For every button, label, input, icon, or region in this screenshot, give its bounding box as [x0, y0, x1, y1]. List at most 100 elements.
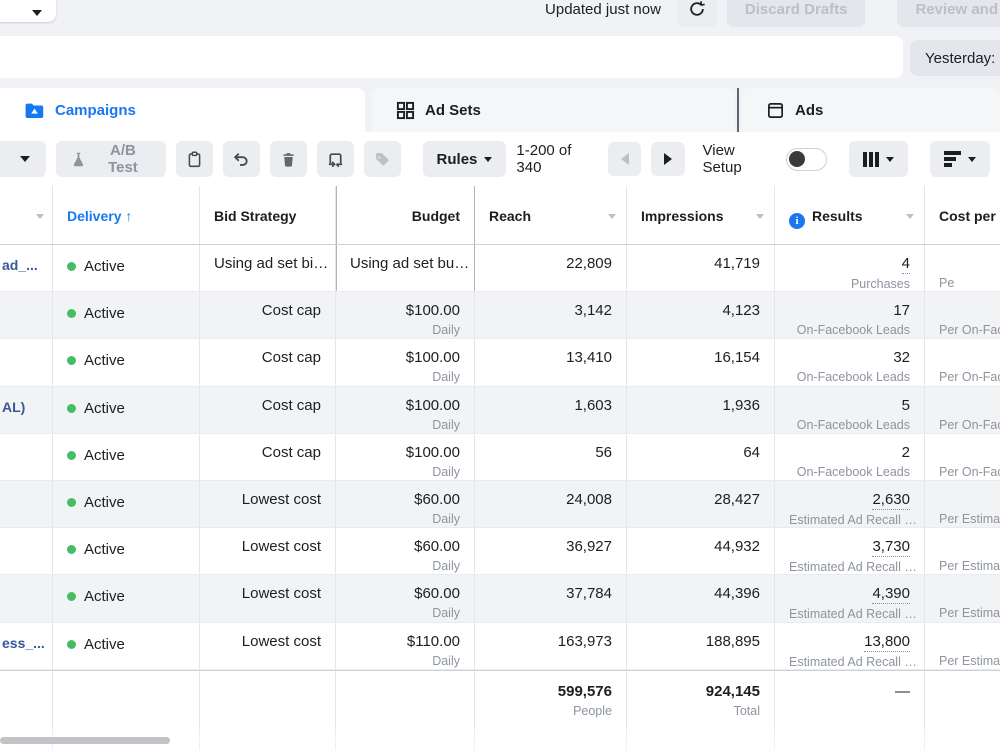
bid-strategy-cell: Cost cap	[200, 387, 336, 433]
reach-cell: 3,142	[475, 292, 627, 338]
reach-cell: 36,927	[475, 528, 627, 574]
reach-cell: 13,410	[475, 339, 627, 385]
column-header-budget[interactable]: Budget	[336, 186, 475, 244]
columns-dropdown-button[interactable]	[849, 141, 908, 177]
delivery-cell: Active	[53, 339, 200, 385]
date-range-button[interactable]: Yesterday: M	[910, 40, 1000, 76]
table-header-row: Delivery ↑ Bid Strategy Budget Reach Imp…	[0, 186, 1000, 245]
results-cell: 13,800 Estimated Ad Recall …	[775, 623, 925, 669]
results-cell: 4,390 Estimated Ad Recall …	[775, 575, 925, 621]
review-and-publish-button[interactable]: Review and	[897, 0, 1000, 27]
delete-button[interactable]	[270, 141, 307, 177]
active-status-dot-icon	[67, 592, 76, 601]
table-body: ad_... Active Using ad set bi… Using ad …	[0, 245, 1000, 670]
breakdown-dropdown-button[interactable]	[930, 141, 990, 177]
table-row[interactable]: AL) Active Cost cap $100.00 Daily 1,603 …	[0, 387, 1000, 434]
tab-campaigns-label: Campaigns	[55, 102, 136, 119]
delivery-cell: Active	[53, 245, 200, 291]
reach-cell: 163,973	[475, 623, 627, 669]
campaign-name-link[interactable]: ad_...	[2, 257, 38, 273]
campaign-name-link[interactable]: AL)	[2, 399, 25, 415]
bid-strategy-cell: Using ad set bi…	[200, 245, 336, 291]
tab-ads-label: Ads	[795, 102, 823, 119]
table-row[interactable]: Active Cost cap $100.00 Daily 3,142 4,12…	[0, 292, 1000, 339]
campaign-name-cell	[0, 528, 53, 574]
column-header-name[interactable]	[0, 186, 53, 244]
discard-drafts-button[interactable]: Discard Drafts	[727, 0, 866, 27]
table-row[interactable]: Active Lowest cost $60.00 Daily 36,927 4…	[0, 528, 1000, 575]
campaign-name-cell	[0, 481, 53, 527]
results-cell: 4 Purchases	[775, 245, 925, 291]
cost-per-result-cell: Pe	[925, 245, 1000, 291]
cost-per-result-cell: Per On-Fac	[925, 434, 1000, 480]
flask-icon	[70, 151, 87, 168]
pagination-text: 1-200 of 340	[516, 142, 598, 176]
results-cell: 2,630 Estimated Ad Recall …	[775, 481, 925, 527]
delivery-cell: Active	[53, 575, 200, 621]
column-header-cost-per-result[interactable]: Cost per R	[925, 186, 1000, 244]
column-header-bid-strategy[interactable]: Bid Strategy	[200, 186, 336, 244]
refresh-button[interactable]	[677, 0, 717, 27]
bid-strategy-cell: Lowest cost	[200, 481, 336, 527]
tag-button[interactable]	[364, 141, 401, 177]
tab-campaigns[interactable]: Campaigns	[0, 88, 365, 132]
column-header-reach[interactable]: Reach	[475, 186, 627, 244]
edit-dropdown-button[interactable]	[0, 141, 46, 177]
active-status-dot-icon	[67, 451, 76, 460]
tab-ad-sets[interactable]: Ad Sets	[372, 88, 735, 132]
ab-test-button[interactable]: A/B Test	[56, 141, 165, 177]
results-cell: 17 On-Facebook Leads	[775, 292, 925, 338]
table-row[interactable]: Active Cost cap $100.00 Daily 56 64 2 On…	[0, 434, 1000, 481]
table-row[interactable]: ess_... Active Lowest cost $110.00 Daily…	[0, 623, 1000, 670]
column-header-results[interactable]: iResults	[775, 186, 925, 244]
campaign-name-cell	[0, 292, 53, 338]
rules-dropdown-button[interactable]: Rules	[423, 141, 507, 177]
active-status-dot-icon	[67, 262, 76, 271]
bid-strategy-cell: Cost cap	[200, 339, 336, 385]
delivery-status-text: Active	[84, 447, 125, 464]
view-setup-toggle[interactable]	[786, 148, 827, 171]
table-row[interactable]: ad_... Active Using ad set bi… Using ad …	[0, 245, 1000, 292]
impressions-cell: 44,396	[627, 575, 775, 621]
table-row[interactable]: Active Lowest cost $60.00 Daily 24,008 2…	[0, 481, 1000, 528]
next-page-button[interactable]	[651, 142, 684, 176]
results-cell: 32 On-Facebook Leads	[775, 339, 925, 385]
table-row[interactable]: Active Cost cap $100.00 Daily 13,410 16,…	[0, 339, 1000, 386]
table-row[interactable]: Active Lowest cost $60.00 Daily 37,784 4…	[0, 575, 1000, 622]
search-input[interactable]	[0, 36, 903, 78]
impressions-cell: 28,427	[627, 481, 775, 527]
cost-per-result-cell: Per Estimat	[925, 575, 1000, 621]
active-status-dot-icon	[67, 498, 76, 507]
horizontal-scrollbar[interactable]	[0, 737, 170, 744]
active-status-dot-icon	[67, 640, 76, 649]
export-button[interactable]	[317, 141, 354, 177]
undo-icon	[232, 150, 250, 168]
sync-arrows-icon	[326, 150, 345, 169]
budget-cell: $60.00 Daily	[336, 575, 475, 621]
columns-icon	[863, 152, 879, 167]
chevron-down-icon	[36, 214, 44, 219]
delivery-cell: Active	[53, 623, 200, 669]
duplicate-button[interactable]	[176, 141, 213, 177]
impressions-cell: 64	[627, 434, 775, 480]
refresh-icon	[688, 0, 706, 18]
column-header-impressions[interactable]: Impressions	[627, 186, 775, 244]
chevron-down-icon	[32, 10, 42, 16]
undo-button[interactable]	[223, 141, 260, 177]
delivery-cell: Active	[53, 434, 200, 480]
campaign-name-cell: AL)	[0, 387, 53, 433]
active-status-dot-icon	[67, 356, 76, 365]
budget-cell: $100.00 Daily	[336, 387, 475, 433]
budget-cell: Using ad set bu…	[336, 245, 475, 291]
info-icon[interactable]: i	[789, 213, 805, 229]
tab-ads[interactable]: Ads	[742, 88, 1000, 132]
column-header-delivery[interactable]: Delivery ↑	[53, 186, 200, 244]
previous-page-button[interactable]	[608, 142, 641, 176]
campaign-name-link[interactable]: ess_...	[2, 635, 45, 651]
chevron-down-icon	[756, 214, 764, 219]
account-dropdown-button[interactable]	[0, 0, 56, 22]
impressions-total-cell: 924,145 Total	[627, 671, 775, 730]
top-action-bar: Updated just now Discard Drafts Review a…	[0, 0, 1000, 30]
bid-strategy-cell: Lowest cost	[200, 575, 336, 621]
ad-sets-grid-icon	[396, 101, 415, 120]
